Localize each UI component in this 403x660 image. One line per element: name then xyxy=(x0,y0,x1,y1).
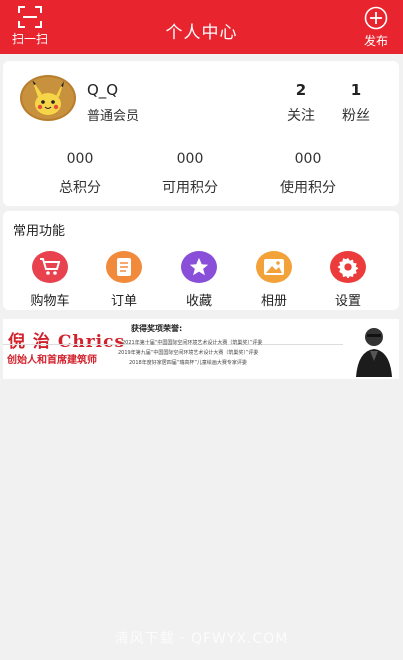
pikachu-avatar-icon xyxy=(32,80,64,115)
award-item: 2019年第九届“中国国际空间环境艺术设计大赛（筑巢奖）”评委 xyxy=(118,350,259,356)
func-cart[interactable]: 购物车 xyxy=(20,251,80,309)
func-album-label: 相册 xyxy=(260,294,287,309)
banner-name: 倪 治 Chrics xyxy=(8,332,126,352)
used-points-value: 000 xyxy=(294,151,322,167)
fans-stat[interactable]: 1 粉丝 xyxy=(334,81,378,125)
avatar[interactable] xyxy=(20,75,76,121)
watermark: 清风下载 · QFWYX.COM xyxy=(114,631,289,647)
func-settings[interactable]: 设置 xyxy=(318,251,378,309)
username: Q_Q xyxy=(87,81,119,99)
functions-title: 常用功能 xyxy=(13,224,66,239)
func-settings-label: 设置 xyxy=(334,294,361,309)
following-count: 2 xyxy=(295,81,307,99)
page-title: 个人中心 xyxy=(165,23,238,43)
top-bar: 扫一扫 个人中心 发布 xyxy=(0,0,403,54)
album-icon xyxy=(256,251,292,283)
banner-role: 创始人和首席建筑师 xyxy=(7,355,97,366)
gear-icon xyxy=(330,251,366,283)
following-label: 关注 xyxy=(287,108,315,124)
total-points-label: 总积分 xyxy=(59,180,101,196)
available-points-value: 000 xyxy=(176,151,204,167)
portrait-photo xyxy=(352,321,396,377)
member-level: 普通会员 xyxy=(87,109,140,124)
func-cart-label: 购物车 xyxy=(30,294,70,309)
profile-card: Q_Q 普通会员 2 关注 1 粉丝 000 总积分 000 可用积分 000 … xyxy=(3,61,399,206)
func-orders[interactable]: 订单 xyxy=(94,251,154,309)
total-points-value: 000 xyxy=(66,151,94,167)
star-icon xyxy=(181,251,217,283)
following-stat[interactable]: 2 关注 xyxy=(279,81,323,125)
publish-label: 发布 xyxy=(363,34,388,48)
awards-title: 获得奖项荣誉: xyxy=(131,324,183,333)
cart-icon xyxy=(32,251,68,283)
used-points[interactable]: 000 使用积分 xyxy=(258,151,358,197)
award-item: 2021年第十届“中国国际空间环境艺术设计大赛（筑巢奖）”评委 xyxy=(122,340,263,346)
award-item: 2018年度好家居四届“瑞高杯”儿童绘画大赛专家评委 xyxy=(129,360,247,366)
fans-label: 粉丝 xyxy=(342,108,370,124)
available-points[interactable]: 000 可用积分 xyxy=(140,151,240,197)
available-points-label: 可用积分 xyxy=(162,180,218,196)
total-points[interactable]: 000 总积分 xyxy=(30,151,130,197)
fans-count: 1 xyxy=(350,81,362,99)
order-icon xyxy=(106,251,142,283)
plus-circle-icon xyxy=(364,6,388,30)
common-functions-card: 常用功能 购物车 订单 收藏 相册 设置 xyxy=(3,211,399,310)
func-favorites-label: 收藏 xyxy=(185,294,212,309)
func-favorites[interactable]: 收藏 xyxy=(169,251,229,309)
promo-banner[interactable]: 倪 治 Chrics 创始人和首席建筑师 获得奖项荣誉: 2021年第十届“中国… xyxy=(3,319,399,379)
used-points-label: 使用积分 xyxy=(280,180,336,196)
func-orders-label: 订单 xyxy=(110,294,137,309)
func-album[interactable]: 相册 xyxy=(244,251,304,309)
publish-button[interactable]: 发布 xyxy=(351,6,401,49)
